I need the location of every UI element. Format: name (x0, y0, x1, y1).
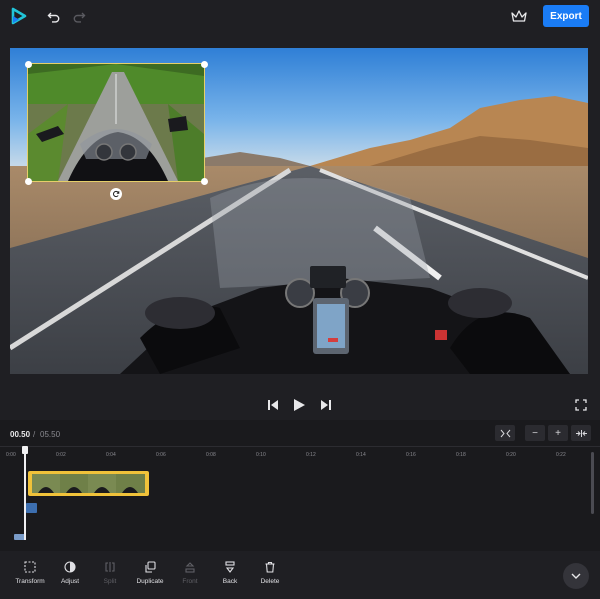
resize-handle-bottom-right[interactable] (201, 178, 208, 185)
send-back-icon (223, 560, 237, 574)
logo-play-icon[interactable] (10, 7, 28, 25)
timeline-scrollbar[interactable] (591, 452, 594, 514)
transform-icon (23, 560, 37, 574)
tick-label: 0:02 (56, 452, 66, 458)
tick-label: 0:22 (556, 452, 566, 458)
fit-timeline-button[interactable] (495, 425, 515, 441)
undo-icon[interactable] (45, 8, 63, 26)
transform-label: Transform (15, 578, 45, 585)
tick-label: 0:10 (256, 452, 266, 458)
resize-handle-bottom-left[interactable] (25, 178, 32, 185)
back-button[interactable]: Back (210, 560, 250, 590)
playhead-handle[interactable] (22, 446, 28, 454)
adjust-icon (63, 560, 77, 574)
tick-label: 0:16 (406, 452, 416, 458)
tick-label: 0:04 (106, 452, 116, 458)
overlay-clip-track[interactable] (26, 503, 37, 513)
skip-forward-icon[interactable] (318, 397, 334, 413)
tick-label: 0:06 (156, 452, 166, 458)
tick-label: 0:20 (506, 452, 516, 458)
top-bar: Export (0, 0, 600, 34)
delete-label: Delete (260, 578, 280, 585)
time-separator: / (33, 430, 36, 439)
trash-icon (263, 560, 277, 574)
bring-front-icon (183, 560, 197, 574)
pip-overlay-video[interactable] (27, 63, 205, 182)
export-button[interactable]: Export (543, 5, 589, 27)
transform-button[interactable]: Transform (10, 560, 50, 590)
back-label: Back (222, 578, 238, 585)
collapse-timeline-button[interactable] (571, 425, 591, 441)
tick-label: 0:18 (456, 452, 466, 458)
video-clip-track[interactable] (28, 471, 149, 496)
tick-label: 0:12 (306, 452, 316, 458)
chevron-down-icon[interactable] (563, 563, 589, 589)
tick-label: 0:14 (356, 452, 366, 458)
tick-label: 0:00 (6, 452, 16, 458)
current-time: 00.50 (10, 430, 31, 439)
duplicate-icon (143, 560, 157, 574)
split-label: Split (103, 578, 117, 585)
adjust-button[interactable]: Adjust (50, 560, 90, 590)
split-icon (103, 560, 117, 574)
rotate-icon[interactable] (110, 188, 122, 200)
delete-button[interactable]: Delete (250, 560, 290, 590)
duplicate-label: Duplicate (136, 578, 164, 585)
fullscreen-icon[interactable] (573, 397, 589, 413)
resize-handle-top-left[interactable] (25, 61, 32, 68)
zoom-out-button[interactable]: − (525, 425, 545, 441)
redo-icon[interactable] (70, 8, 88, 26)
skip-back-icon[interactable] (265, 397, 281, 413)
tick-label: 0:08 (206, 452, 216, 458)
front-button[interactable]: Front (170, 560, 210, 590)
adjust-label: Adjust (60, 578, 80, 585)
duplicate-button[interactable]: Duplicate (130, 560, 170, 590)
play-icon[interactable] (291, 397, 307, 413)
clip-thumbnails (32, 474, 145, 493)
crown-icon[interactable] (509, 7, 529, 25)
split-button[interactable]: Split (90, 560, 130, 590)
playhead[interactable] (24, 446, 26, 540)
front-label: Front (182, 578, 198, 585)
total-time: 05.50 (40, 430, 61, 439)
zoom-in-button[interactable]: + (548, 425, 568, 441)
resize-handle-top-right[interactable] (201, 61, 208, 68)
